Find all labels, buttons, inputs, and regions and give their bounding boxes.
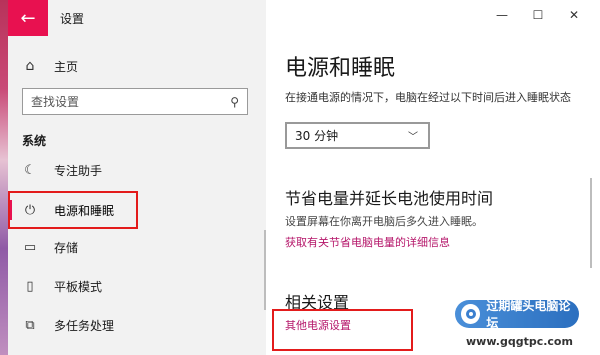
sidebar-item-tablet-mode[interactable]: ▯ 平板模式 <box>8 269 266 303</box>
storage-icon: ▭ <box>23 239 37 255</box>
maximize-icon[interactable]: ☐ <box>520 8 556 22</box>
battery-description: 设置屏幕在你离开电脑后多久进入睡眠。 <box>285 215 483 228</box>
highlight-box-nav <box>8 191 138 229</box>
watermark-text: 过期罐头电脑论坛 <box>486 299 571 330</box>
section-label: 系统 <box>22 134 47 148</box>
sidebar: ← 设置 ⌂ 主页 ⚲ 系统 ☾ 专注助手 ⏻ 电源和睡眠 ▭ 存储 ▯ 平板模… <box>8 0 266 355</box>
content-scrollbar[interactable] <box>590 178 592 268</box>
minimize-icon[interactable]: — <box>484 8 520 22</box>
battery-info-link[interactable]: 获取有关节省电脑电量的详细信息 <box>285 234 450 250</box>
watermark-badge: 过期罐头电脑论坛 <box>455 299 579 330</box>
search-box[interactable]: ⚲ <box>22 88 248 115</box>
close-icon[interactable]: ✕ <box>556 8 592 22</box>
sidebar-item-label: 主页 <box>54 59 79 74</box>
app-title: 设置 <box>60 12 85 26</box>
chevron-down-icon: ﹀ <box>408 132 418 143</box>
highlight-box-link <box>272 309 413 351</box>
sidebar-item-label: 专注助手 <box>54 163 103 178</box>
tablet-icon: ▯ <box>26 278 34 294</box>
moon-icon: ☾ <box>24 162 36 178</box>
search-icon[interactable]: ⚲ <box>230 95 239 109</box>
sidebar-item-home[interactable]: ⌂ 主页 <box>8 52 266 80</box>
sidebar-item-multitasking[interactable]: ⧉ 多任务处理 <box>8 308 266 342</box>
sidebar-item-storage[interactable]: ▭ 存储 <box>8 230 266 264</box>
battery-heading: 节省电量并延长电池使用时间 <box>285 189 494 208</box>
window-controls: — ☐ ✕ <box>484 8 592 22</box>
back-button[interactable]: ← <box>8 0 48 36</box>
desktop-wallpaper <box>0 0 8 355</box>
sidebar-item-label: 平板模式 <box>54 279 103 294</box>
home-icon: ⌂ <box>25 58 35 74</box>
page-title: 电源和睡眠 <box>285 56 396 81</box>
sidebar-item-label: 多任务处理 <box>54 318 115 333</box>
multitask-icon: ⧉ <box>25 317 35 333</box>
watermark-url: www.gqgtpc.com <box>466 335 573 348</box>
sidebar-item-focus-assist[interactable]: ☾ 专注助手 <box>8 153 266 187</box>
dropdown-value: 30 分钟 <box>295 129 339 143</box>
forum-logo-icon <box>461 304 481 324</box>
search-input[interactable] <box>31 94 211 109</box>
sleep-description: 在接通电源的情况下，电脑在经过以下时间后进入睡眠状态 <box>285 91 571 104</box>
back-arrow-icon: ← <box>20 7 36 29</box>
sidebar-item-label: 存储 <box>54 240 79 255</box>
sleep-timeout-dropdown[interactable]: 30 分钟 ﹀ <box>285 122 430 149</box>
title-bar: ← 设置 <box>8 0 266 36</box>
